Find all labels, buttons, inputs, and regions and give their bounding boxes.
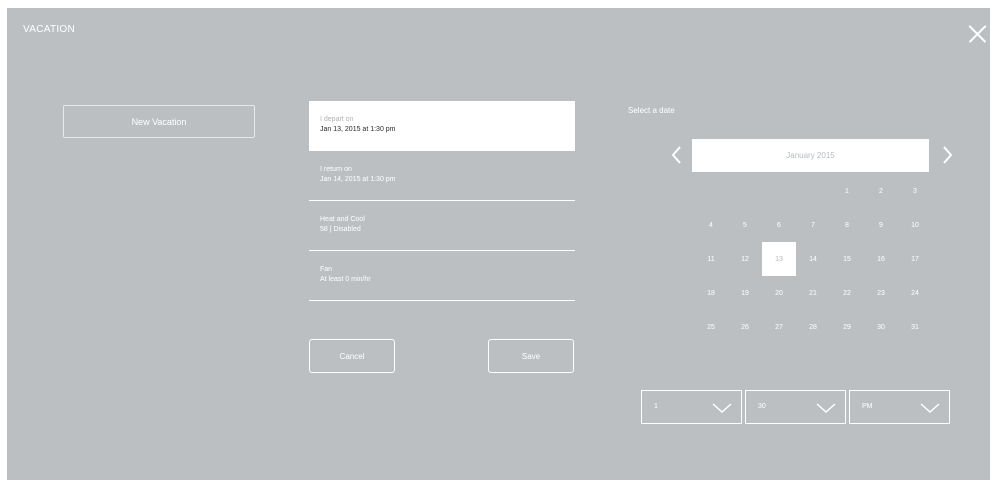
setting-value: 58 | Disabled xyxy=(320,226,361,233)
calendar-day[interactable]: 20 xyxy=(762,276,796,310)
calendar-day[interactable]: 9 xyxy=(864,208,898,242)
calendar-day[interactable]: 19 xyxy=(728,276,762,310)
calendar-day[interactable]: 7 xyxy=(796,208,830,242)
calendar-day[interactable]: 30 xyxy=(864,310,898,344)
setting-heat-cool[interactable]: Heat and Cool 58 | Disabled xyxy=(309,201,575,251)
chevron-down-icon xyxy=(711,401,733,419)
calendar-month-label: January 2015 xyxy=(786,151,835,160)
period-select[interactable]: PM xyxy=(849,390,950,424)
page-title: VACATION xyxy=(23,24,76,35)
setting-value: Jan 14, 2015 at 1:30 pm xyxy=(320,176,396,183)
minute-select[interactable]: 30 xyxy=(745,390,846,424)
setting-label: Heat and Cool xyxy=(320,216,365,223)
new-vacation-button[interactable]: New Vacation xyxy=(63,105,255,138)
calendar-day[interactable]: 18 xyxy=(694,276,728,310)
vacation-panel: VACATION New Vacation I depart on Jan 13… xyxy=(7,8,990,480)
calendar-day[interactable]: 13 xyxy=(762,242,796,276)
calendar-day[interactable]: 22 xyxy=(830,276,864,310)
setting-depart[interactable]: I depart on Jan 13, 2015 at 1:30 pm xyxy=(309,101,575,151)
calendar-day[interactable]: 15 xyxy=(830,242,864,276)
select-date-label: Select a date xyxy=(628,106,675,115)
setting-label: I return on xyxy=(320,166,352,173)
setting-return[interactable]: I return on Jan 14, 2015 at 1:30 pm xyxy=(309,151,575,201)
calendar-day[interactable]: 1 xyxy=(830,174,864,208)
calendar-day[interactable]: 8 xyxy=(830,208,864,242)
vacation-settings-list: I depart on Jan 13, 2015 at 1:30 pm I re… xyxy=(309,101,575,301)
calendar-day[interactable]: 28 xyxy=(796,310,830,344)
calendar-day[interactable]: 17 xyxy=(898,242,932,276)
calendar-day[interactable]: 16 xyxy=(864,242,898,276)
chevron-left-icon[interactable] xyxy=(667,144,687,166)
calendar-day[interactable]: 25 xyxy=(694,310,728,344)
calendar-day[interactable]: 11 xyxy=(694,242,728,276)
cancel-button[interactable]: Cancel xyxy=(309,339,395,373)
calendar-day[interactable]: 4 xyxy=(694,208,728,242)
calendar-day[interactable]: 27 xyxy=(762,310,796,344)
hour-select[interactable]: 1 xyxy=(641,390,742,424)
calendar-day[interactable]: 12 xyxy=(728,242,762,276)
calendar-day[interactable]: 10 xyxy=(898,208,932,242)
minute-value: 30 xyxy=(758,403,766,410)
setting-label: I depart on xyxy=(320,116,354,123)
calendar-day[interactable]: 14 xyxy=(796,242,830,276)
calendar-day[interactable]: 31 xyxy=(898,310,932,344)
period-value: PM xyxy=(862,403,873,410)
setting-label: Fan xyxy=(320,266,333,273)
chevron-down-icon xyxy=(919,401,941,419)
close-icon[interactable] xyxy=(968,25,986,43)
calendar-day[interactable]: 3 xyxy=(898,174,932,208)
calendar-day[interactable]: 26 xyxy=(728,310,762,344)
calendar-day[interactable]: 23 xyxy=(864,276,898,310)
setting-value: Jan 13, 2015 at 1:30 pm xyxy=(320,126,396,133)
setting-value: At least 0 min/hr xyxy=(320,276,371,283)
calendar-day[interactable]: 21 xyxy=(796,276,830,310)
chevron-right-icon[interactable] xyxy=(937,144,957,166)
calendar-day[interactable]: 2 xyxy=(864,174,898,208)
save-button[interactable]: Save xyxy=(488,339,574,373)
hour-value: 1 xyxy=(654,403,658,410)
setting-fan[interactable]: Fan At least 0 min/hr xyxy=(309,251,575,301)
calendar-month-header: January 2015 xyxy=(692,139,929,172)
chevron-down-icon xyxy=(815,401,837,419)
calendar-day[interactable]: 29 xyxy=(830,310,864,344)
calendar-day[interactable]: 5 xyxy=(728,208,762,242)
calendar-day[interactable]: 6 xyxy=(762,208,796,242)
calendar-day[interactable]: 24 xyxy=(898,276,932,310)
